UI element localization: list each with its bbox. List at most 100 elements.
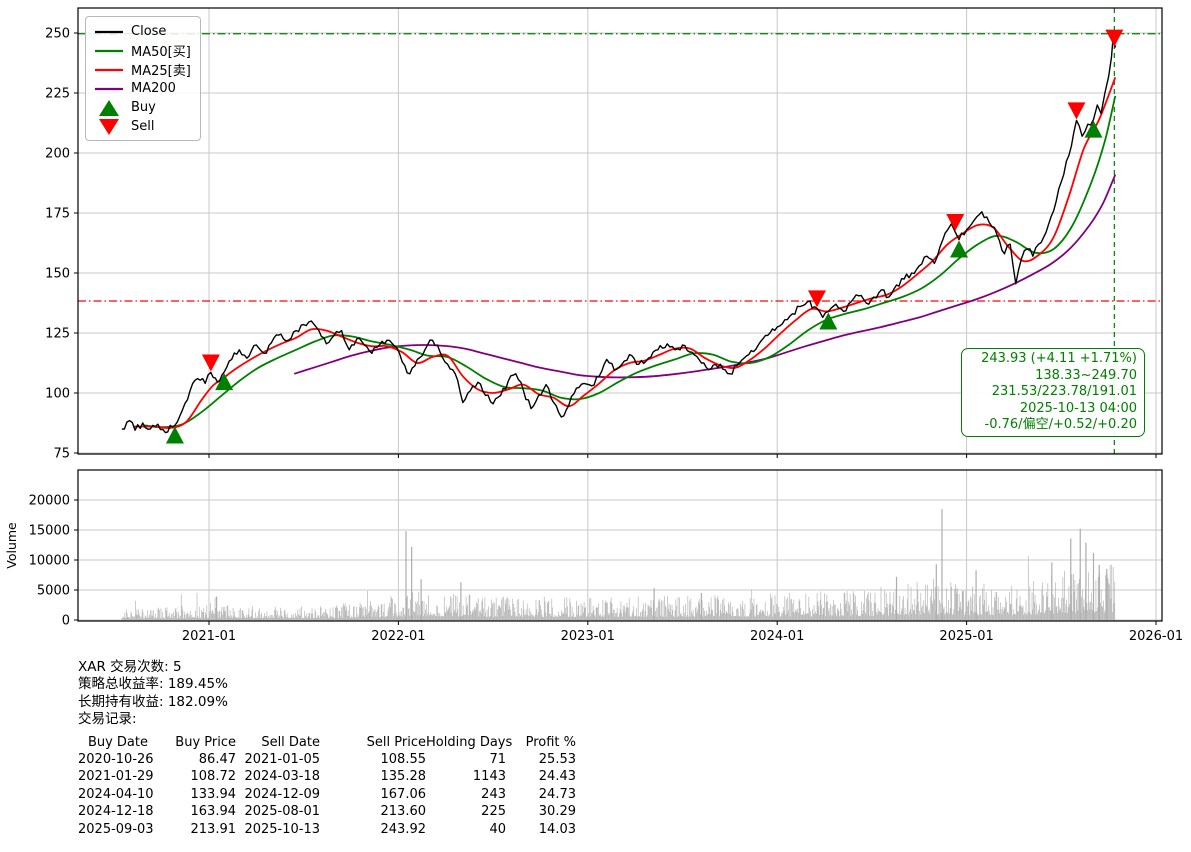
trade-sell-date: 2021-01-05 <box>244 752 320 768</box>
trade-sell-date: 2024-12-09 <box>244 786 320 802</box>
ma50-line-swatch <box>94 42 124 60</box>
volume-spike <box>935 564 937 620</box>
col-buy-date: Buy Date <box>87 734 148 750</box>
col-sell-date: Sell Date <box>261 734 320 750</box>
svg-text:75: 75 <box>53 447 70 462</box>
annotation-ma-values: 231.53/223.78/191.01 <box>991 384 1137 400</box>
annotation-bias: -0.76/偏空/+0.52/+0.20 <box>984 417 1137 433</box>
strategy-stats-block: XAR 交易次数: 5 策略总收益率: 189.45% 长期持有收益: 182.… <box>78 659 576 838</box>
legend-item-ma50: MA50[买] <box>94 41 191 60</box>
volume-spike <box>1098 564 1100 620</box>
svg-text:2024-01: 2024-01 <box>750 629 804 644</box>
svg-text:150: 150 <box>45 267 70 282</box>
trade-sell-price: 243.92 <box>380 821 427 837</box>
legend-label: MA25[卖] <box>131 64 191 79</box>
trade-sell-price: 213.60 <box>380 804 427 820</box>
sell-marker <box>1067 102 1086 120</box>
svg-text:5000: 5000 <box>37 584 70 599</box>
volume-spike <box>420 579 422 620</box>
svg-text:250: 250 <box>45 27 70 42</box>
trade-buy-price: 108.72 <box>190 769 237 785</box>
volume-spike <box>975 570 977 620</box>
col-sell-price: Sell Price <box>366 734 426 750</box>
strategy-backtest-figure: 75 100 125 150 175 200 225 250 0 5000 10000 15000 20… <box>0 0 1191 852</box>
trade-profit-pct: 24.43 <box>538 769 576 785</box>
legend-label: Buy <box>131 100 156 115</box>
legend-item-ma25: MA25[卖] <box>94 60 191 79</box>
legend-label: MA50[买] <box>131 45 191 60</box>
volume-spike <box>1085 542 1087 620</box>
legend-item-ma200: MA200 <box>94 79 191 98</box>
buy-marker <box>1084 120 1103 138</box>
svg-text:15000: 15000 <box>29 524 70 539</box>
trade-sell-date: 2025-08-01 <box>244 804 320 820</box>
legend-label: Close <box>131 24 167 39</box>
svg-text:2023-01: 2023-01 <box>561 629 615 644</box>
legend-item-buy: Buy <box>94 98 191 117</box>
volume-spike <box>895 576 898 620</box>
buy-marker-icon <box>94 99 124 117</box>
trade-buy-price: 213.91 <box>190 821 237 837</box>
svg-text:175: 175 <box>45 207 70 222</box>
trade-holding-days: 1143 <box>472 769 506 785</box>
hold-return-line: 长期持有收益: 182.09% <box>78 693 228 710</box>
close-line-swatch <box>94 23 124 41</box>
chart-legend: Close MA50[买] MA25[卖] MA200 Buy Sell <box>85 16 201 141</box>
trade-buy-price: 86.47 <box>198 752 236 768</box>
volume-spike <box>700 593 703 620</box>
last-quote-annotation: 243.93 (+4.11 +1.71%) 138.33~249.70 231.… <box>961 348 1145 437</box>
legend-item-sell: Sell <box>94 117 191 136</box>
volume-spike <box>405 531 407 620</box>
legend-label: MA200 <box>131 81 176 96</box>
strategy-return-line: 策略总收益率: 189.45% <box>78 676 228 693</box>
trade-row: 2025-09-03 213.91 2025-10-13 243.92 40 14.03 <box>78 821 576 838</box>
trade-sell-date: 2025-10-13 <box>244 821 320 837</box>
trade-holding-days: 71 <box>489 752 506 768</box>
volume-spike <box>215 596 218 620</box>
trade-sell-date: 2024-03-18 <box>244 769 320 785</box>
trade-sell-price: 108.55 <box>380 752 427 768</box>
ma200-line-swatch <box>94 80 124 98</box>
col-holding-days: Holding Days <box>426 734 513 750</box>
svg-text:10000: 10000 <box>29 554 70 569</box>
svg-text:200: 200 <box>45 147 70 162</box>
trade-sell-price: 135.28 <box>380 769 427 785</box>
trade-table-header: Buy Date Buy Price Sell Date Sell Price … <box>78 734 576 751</box>
ma25-line-swatch <box>94 61 124 79</box>
sell-marker-icon <box>94 118 124 136</box>
volume-spike <box>1106 569 1108 620</box>
volume-spike <box>460 582 462 620</box>
svg-text:100: 100 <box>45 387 70 402</box>
trade-buy-date: 2020-10-26 <box>78 752 154 768</box>
trade-sell-price: 167.06 <box>380 786 427 802</box>
svg-text:2022-01: 2022-01 <box>371 629 425 644</box>
volume-spike <box>1079 528 1081 620</box>
trade-holding-days: 243 <box>481 786 506 802</box>
trade-profit-pct: 25.53 <box>538 752 576 768</box>
sell-marker <box>201 354 220 372</box>
trade-buy-date: 2025-09-03 <box>78 821 154 837</box>
trade-row: 2024-12-18 163.94 2025-08-01 213.60 225 30.29 <box>78 803 576 820</box>
trade-row: 2024-04-10 133.94 2024-12-09 167.06 243 24.73 <box>78 786 576 803</box>
legend-label: Sell <box>131 119 155 134</box>
volume-spike <box>411 546 413 620</box>
trade-holding-days: 40 <box>489 821 506 837</box>
annotation-price-change: 243.93 (+4.11 +1.71%) <box>981 351 1137 366</box>
svg-text:225: 225 <box>45 87 70 102</box>
volume-spike <box>1070 538 1072 620</box>
series-ma200 <box>293 174 1117 379</box>
trade-table-body: 2020-10-26 86.47 2021-01-05 108.55 71 25.53 20… <box>78 751 576 838</box>
annotation-datetime: 2025-10-13 04:00 <box>1019 400 1137 416</box>
trade-profit-pct: 24.73 <box>538 786 576 802</box>
trade-buy-price: 133.94 <box>190 786 237 802</box>
buy-marker <box>950 240 969 258</box>
volume-axis-label: Volume <box>4 522 19 569</box>
trade-count-line: XAR 交易次数: 5 <box>78 659 182 675</box>
trade-row: 2020-10-26 86.47 2021-01-05 108.55 71 25.53 <box>78 751 576 768</box>
svg-text:20000: 20000 <box>29 494 70 509</box>
volume-spike <box>1092 552 1095 620</box>
trade-record-title: 交易记录: <box>78 711 137 728</box>
trade-holding-days: 225 <box>481 804 506 820</box>
volume-spike <box>653 588 655 620</box>
trade-profit-pct: 30.29 <box>538 804 576 820</box>
